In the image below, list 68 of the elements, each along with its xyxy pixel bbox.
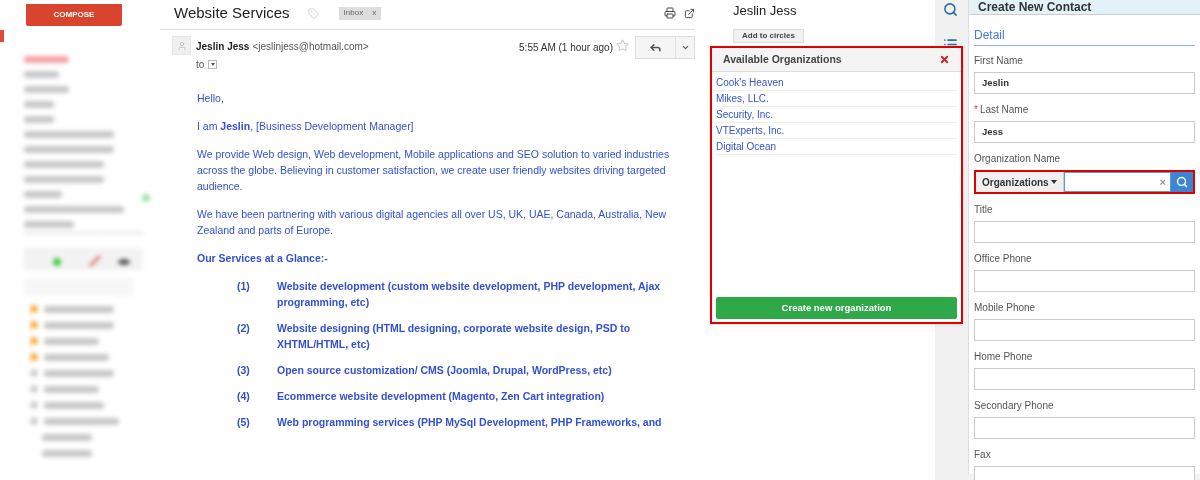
field-label: Mobile Phone <box>974 301 1036 315</box>
service-item: Website designing (HTML designing, corporate website design, PSD to XHTML/HTML, etc) <box>277 321 632 352</box>
close-icon[interactable] <box>939 54 950 65</box>
list-number: (2) <box>237 321 251 336</box>
email-paragraph: Hello, <box>197 91 225 106</box>
caret-icon <box>1050 180 1057 184</box>
add-to-circles-button[interactable]: Add to circles <box>733 28 804 43</box>
email-paragraph: We have been partnering with various digital agencies all over US, UK, UAE, Canada, Australia, New Zealand and parts of Europe. <box>197 207 668 238</box>
search-button[interactable] <box>1171 172 1193 192</box>
remove-label-button[interactable]: x <box>372 7 377 19</box>
sender-address: <jeslinjess@hotmail.com> <box>252 40 369 54</box>
organization-item[interactable]: Cook's Heaven <box>716 75 957 91</box>
organizations-dropdown[interactable]: Organizations <box>976 172 1064 192</box>
field-label: Organization Name <box>974 152 1061 166</box>
field-label: Office Phone <box>974 252 1032 266</box>
text-field[interactable] <box>974 368 1195 390</box>
text-field[interactable]: Jess <box>974 121 1195 143</box>
recipient-label: to <box>196 58 205 72</box>
text-field[interactable] <box>974 221 1195 243</box>
field-label: Last Name <box>979 103 1029 117</box>
organization-item[interactable]: Digital Ocean <box>716 139 957 155</box>
organization-field[interactable]: Organizations × <box>974 170 1195 194</box>
text-field[interactable] <box>974 270 1195 292</box>
service-item: Ecommerce website development (Magento, Zen Cart integration) <box>277 389 605 404</box>
reply-button[interactable] <box>635 36 676 59</box>
label-icon[interactable] <box>307 7 319 19</box>
required-mark: * <box>974 103 978 117</box>
field-label: First Name <box>974 54 1023 68</box>
list-number: (4) <box>237 389 251 404</box>
text-field[interactable] <box>974 319 1195 341</box>
label-text: Inbox <box>343 7 364 19</box>
section-title: Detail <box>974 26 1195 46</box>
caret-icon <box>680 43 690 52</box>
new-window-icon[interactable] <box>684 7 695 19</box>
email-subject: Website Services <box>174 2 290 23</box>
list-number: (5) <box>237 415 251 430</box>
service-item: Web programming services (PHP MySql Development, PHP Frameworks, and <box>277 415 662 430</box>
details-dropdown-icon[interactable] <box>208 60 218 69</box>
organization-item[interactable]: VTExperts, Inc. <box>716 123 957 139</box>
contact-name: Jeslin Jess <box>733 2 798 20</box>
organization-item[interactable]: Mikes, LLC. <box>716 91 957 107</box>
field-label: Home Phone <box>974 350 1033 364</box>
organization-item[interactable]: Security, Inc. <box>716 107 957 123</box>
reply-icon <box>649 41 662 54</box>
list-number: (1) <box>237 279 251 294</box>
service-item: Website development (custom website development, PHP development, Ajax programming, etc) <box>277 279 662 310</box>
field-label: Secondary Phone <box>974 399 1054 413</box>
text-field[interactable] <box>974 417 1195 439</box>
email-heading: Our Services at a Glance:- <box>197 251 329 266</box>
popup-title: Available Organizations <box>723 51 842 67</box>
service-item: Open source customization/ CMS (Joomla, Drupal, WordPress, etc) <box>277 363 612 378</box>
email-paragraph: We provide Web design, Web development, Mobile applications and SEO solution to varied industries across the globe. Believing in customer satisfaction, we create user friendly websites driving targeted audience. <box>197 147 671 194</box>
star-icon[interactable] <box>616 39 629 52</box>
list-number: (3) <box>237 363 251 378</box>
sender-name: Jeslin Jess <box>196 40 250 54</box>
panel-title: Create New Contact <box>978 0 1092 16</box>
email-time: 5:55 AM (1 hour ago) <box>519 41 613 55</box>
more-button[interactable] <box>676 36 695 59</box>
text-field[interactable]: Jeslin <box>974 72 1195 94</box>
selected-indicator <box>0 30 4 42</box>
field-label: Fax <box>974 448 991 462</box>
field-label: Title <box>974 203 993 217</box>
search-icon[interactable] <box>942 2 958 17</box>
avatar-icon <box>172 36 191 55</box>
search-icon <box>1176 176 1188 188</box>
print-icon[interactable] <box>664 7 676 19</box>
compose-button[interactable]: COMPOSE <box>26 4 122 26</box>
email-paragraph: I am Jeslin, [Business Development Manager] <box>197 119 415 134</box>
